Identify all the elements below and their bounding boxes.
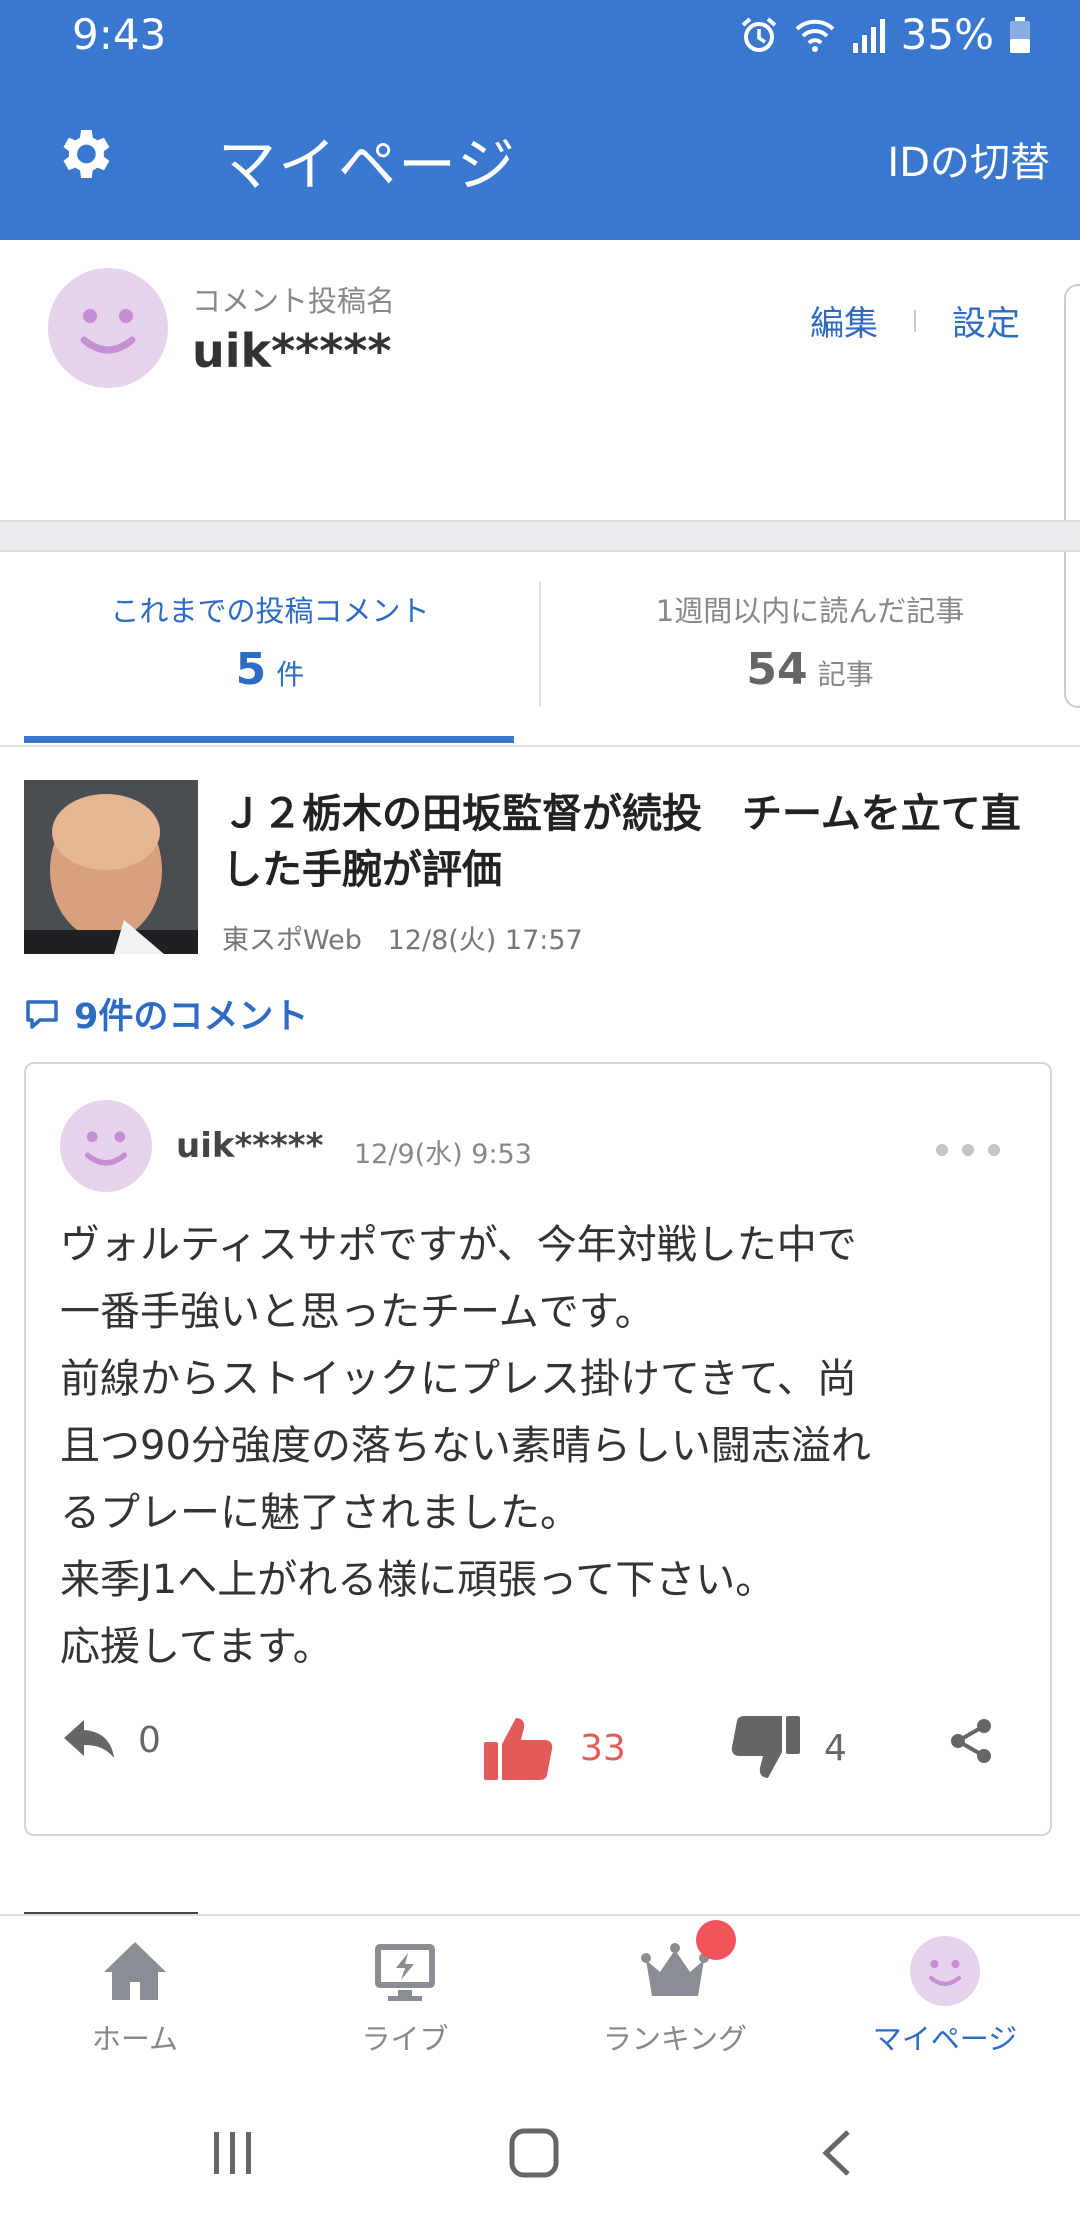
comment-line: 来季J1へ上がれる様に頑張って下さい。 <box>60 1557 776 1603</box>
tab-label: ライブ <box>361 2022 449 2056</box>
like-count: 33 <box>580 1727 626 1769</box>
tab-live[interactable]: ライブ <box>270 1936 540 2058</box>
share-button[interactable] <box>946 1716 996 1766</box>
tab-label: マイページ <box>872 2022 1018 2056</box>
comment-line: 前線からストイックにプレス掛けてきて、尚 <box>60 1356 857 1402</box>
avatar <box>48 268 168 388</box>
dislike-count: 4 <box>824 1727 847 1769</box>
app-bar: マイページ IDの切替 <box>0 72 1080 240</box>
wifi-icon <box>795 19 835 52</box>
comment-line: 応援してます。 <box>60 1624 333 1670</box>
tab-label: ホーム <box>91 2022 179 2056</box>
avatar <box>60 1100 152 1192</box>
thumbs-down-icon <box>731 1716 800 1778</box>
alarm-icon <box>741 16 776 52</box>
system-nav-bar <box>0 2094 1080 2220</box>
home-icon <box>104 1942 166 2000</box>
switch-id-button[interactable]: IDの切替 <box>887 130 1050 188</box>
comment-line: ヴォルティスサポですが、今年対戦した中で <box>60 1222 857 1268</box>
notification-badge <box>696 1920 736 1960</box>
divider <box>914 309 916 332</box>
page-title: マイページ <box>218 131 517 199</box>
tab-label: ランキング <box>602 2022 748 2056</box>
article-meta: 東スポWeb 12/8(火) 17:57 <box>222 918 583 957</box>
battery-percent: 35% <box>900 10 994 59</box>
comment-bubble-icon <box>26 999 58 1029</box>
live-icon <box>375 1944 435 2001</box>
tab-label: これまでの投稿コメント <box>110 594 430 628</box>
article-source: 東スポWeb <box>222 925 362 956</box>
tab-count: 5件 <box>235 644 305 695</box>
username: uik***** <box>192 324 392 378</box>
home-nav-icon[interactable] <box>508 2128 560 2178</box>
dislike-button[interactable]: 4 <box>726 1710 847 1786</box>
reply-button[interactable]: 0 <box>60 1716 161 1764</box>
comment-username: uik***** <box>176 1126 324 1166</box>
comment-line: 一番手強いと思ったチームです。 <box>60 1289 655 1335</box>
article-title[interactable]: Ｊ２栃木の田坂監督が続投 チームを立て直した手腕が評価 <box>222 786 1056 898</box>
edit-link[interactable]: 編集 <box>810 296 878 345</box>
stats-tabs: これまでの投稿コメント 5件 1週間以内に読んだ記事 54 記事 <box>0 550 1080 747</box>
comment-actions: 0 33 4 <box>26 1704 1050 1784</box>
article-thumbnail[interactable] <box>24 780 198 954</box>
comment-line: 且つ90分強度の落ちない素晴らしい闘志溢れ <box>60 1423 871 1469</box>
status-time: 9:43 <box>72 10 167 59</box>
battery-icon <box>1010 16 1030 53</box>
comment-name-label: コメント投稿名 <box>192 284 396 318</box>
comment-card: uik***** 12/9(水) 9:53 ヴォルティスサポですが、今年対戦した… <box>24 1062 1052 1836</box>
tab-home[interactable]: ホーム <box>0 1936 270 2058</box>
bottom-nav: ホーム ライブ ランキング マイページ <box>0 1914 1080 2096</box>
tab-label: 1週間以内に読んだ記事 <box>655 594 965 628</box>
comment-line: るプレーに魅了されました。 <box>60 1490 580 1536</box>
reply-count: 0 <box>138 1719 161 1761</box>
comment-body: ヴォルティスサポですが、今年対戦した中で 一番手強いと思ったチームです。 前線か… <box>60 1212 1010 1681</box>
like-button[interactable]: 33 <box>482 1710 626 1786</box>
active-tab-indicator <box>24 736 514 743</box>
tab-ranking[interactable]: ランキング <box>540 1920 810 2058</box>
settings-link[interactable]: 設定 <box>952 296 1020 345</box>
section-divider <box>0 520 1080 552</box>
comments-link[interactable]: 9件のコメント <box>24 988 308 1039</box>
profile-actions: 編集 設定 <box>810 296 1020 345</box>
share-icon <box>951 1719 991 1763</box>
back-icon[interactable] <box>818 2128 858 2178</box>
reply-icon <box>64 1720 114 1758</box>
signal-icon <box>852 18 885 53</box>
comments-count-label: 9件のコメント <box>74 997 309 1037</box>
thumbs-up-icon <box>484 1718 553 1780</box>
article-datetime: 12/8(火) 17:57 <box>387 925 583 956</box>
more-options-icon[interactable] <box>936 1144 1000 1156</box>
status-icons: 35% <box>739 10 1032 59</box>
tab-mypage[interactable]: マイページ <box>810 1936 1080 2058</box>
gear-icon[interactable] <box>52 122 116 186</box>
smiley-avatar-icon <box>910 1936 980 2006</box>
tab-count: 54 記事 <box>746 644 874 695</box>
recent-apps-icon[interactable] <box>208 2128 258 2178</box>
comment-datetime: 12/9(水) 9:53 <box>354 1139 532 1170</box>
status-bar: 9:43 35% <box>0 0 1080 72</box>
tab-posted-comments[interactable]: これまでの投稿コメント 5件 <box>0 550 540 745</box>
tab-read-articles[interactable]: 1週間以内に読んだ記事 54 記事 <box>540 550 1080 745</box>
thumbnail-image <box>24 780 198 954</box>
profile-section: コメント投稿名 uik***** 編集 設定 <box>0 240 1080 708</box>
